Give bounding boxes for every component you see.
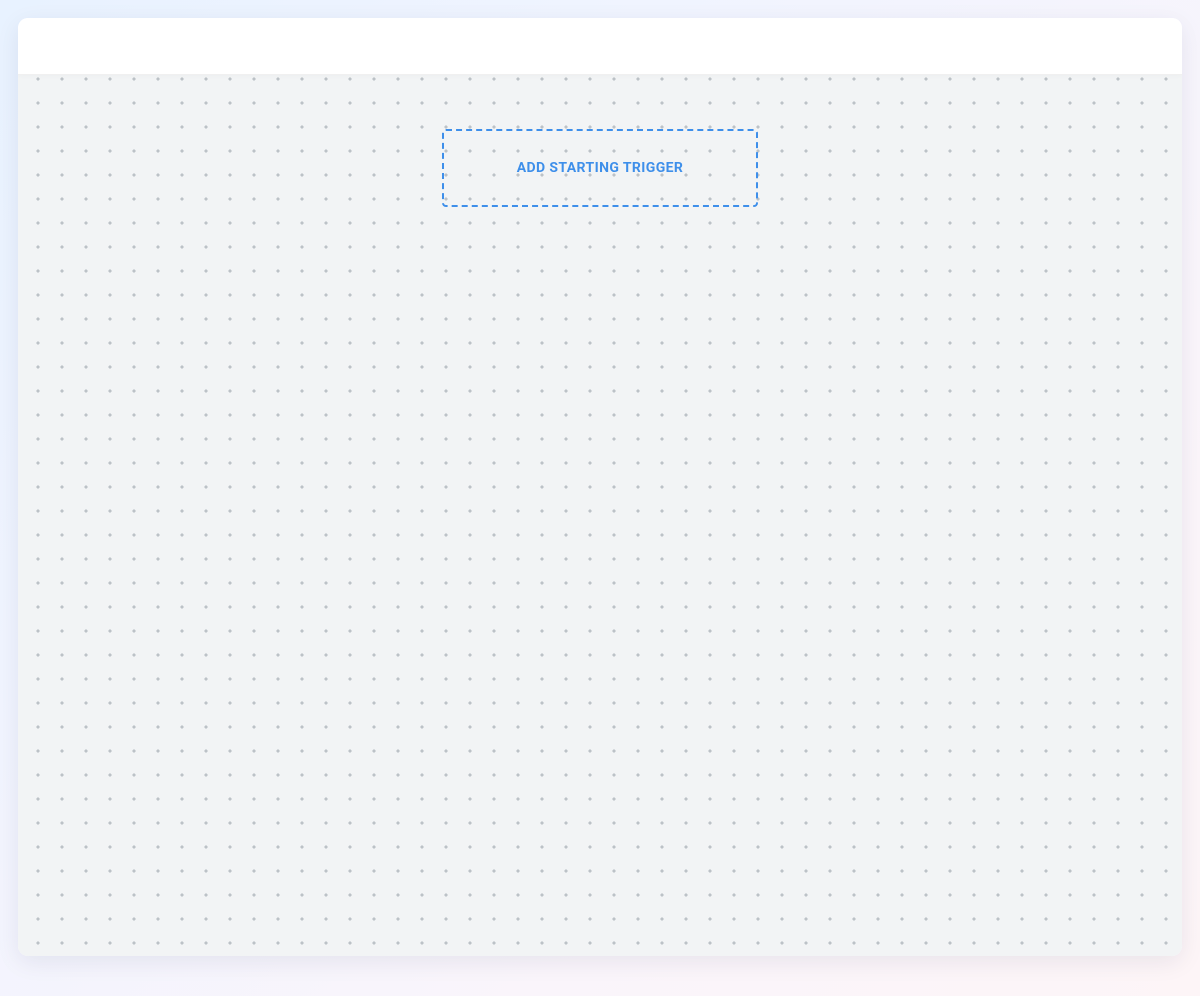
add-starting-trigger-label: ADD STARTING TRIGGER (517, 160, 684, 176)
toolbar (18, 18, 1182, 75)
workflow-editor-card: ADD STARTING TRIGGER (18, 18, 1182, 956)
add-starting-trigger-button[interactable]: ADD STARTING TRIGGER (442, 129, 758, 207)
workflow-canvas[interactable]: ADD STARTING TRIGGER (18, 75, 1182, 956)
